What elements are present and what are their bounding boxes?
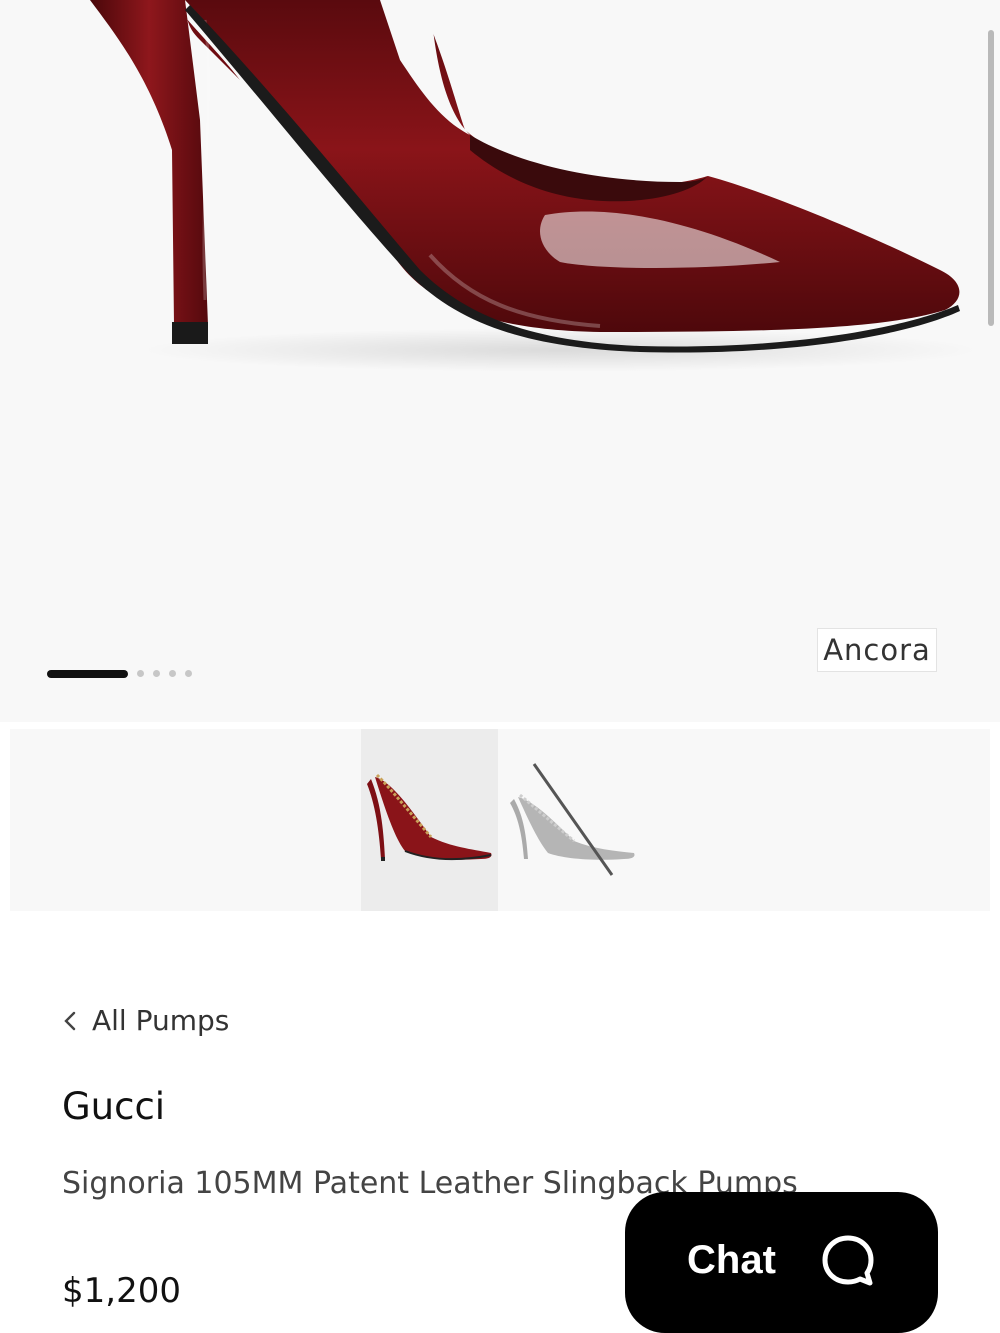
- shoe-thumbnail-icon: [367, 773, 492, 861]
- color-swatches: [10, 729, 990, 911]
- carousel-dots[interactable]: [47, 669, 192, 678]
- chat-button[interactable]: Chat: [625, 1192, 938, 1333]
- carousel-dot[interactable]: [185, 670, 192, 677]
- product-brand[interactable]: Gucci: [62, 1085, 165, 1128]
- carousel-dot[interactable]: [137, 670, 144, 677]
- carousel-dot[interactable]: [153, 670, 160, 677]
- scrollbar[interactable]: [988, 30, 994, 326]
- breadcrumb[interactable]: All Pumps: [62, 1004, 229, 1037]
- product-image: [90, 0, 980, 372]
- product-image-gallery[interactable]: Ancora: [0, 0, 1000, 722]
- chat-bubble-icon: [822, 1235, 874, 1285]
- color-thumbnail-ancora[interactable]: [361, 729, 498, 911]
- shoe-thumbnail-icon: [510, 763, 635, 876]
- carousel-dot[interactable]: [169, 670, 176, 677]
- chevron-left-icon: [64, 1011, 76, 1030]
- chat-button-label: Chat: [687, 1238, 776, 1282]
- carousel-dot-active[interactable]: [47, 669, 128, 678]
- breadcrumb-label[interactable]: All Pumps: [92, 1004, 229, 1037]
- color-thumbnail-unavailable[interactable]: [504, 729, 641, 911]
- product-price: $1,200: [62, 1271, 181, 1311]
- color-name-chip: Ancora: [817, 628, 937, 672]
